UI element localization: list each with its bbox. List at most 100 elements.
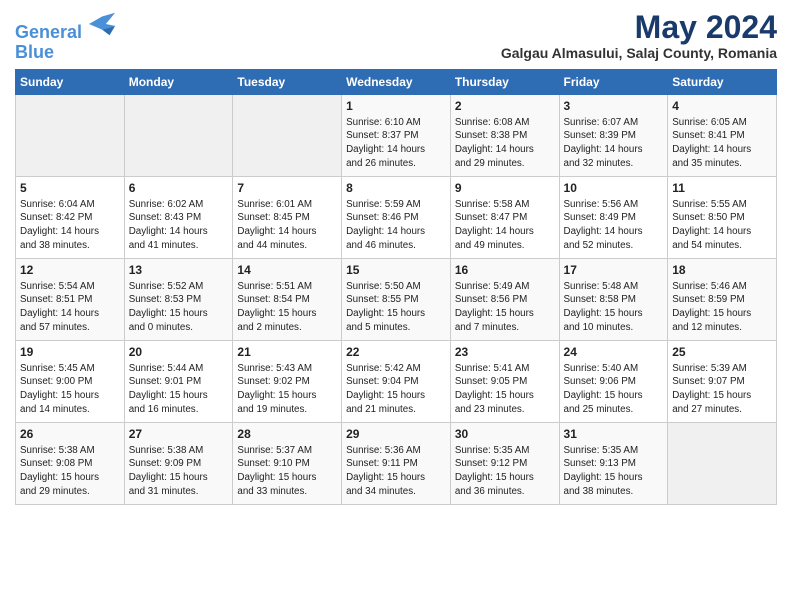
day-number: 30 <box>455 426 555 442</box>
day-number: 4 <box>672 98 772 114</box>
day-detail: Sunrise: 5:51 AM Sunset: 8:54 PM Dayligh… <box>237 280 337 335</box>
day-detail: Sunrise: 5:43 AM Sunset: 9:02 PM Dayligh… <box>237 362 337 417</box>
calendar-cell <box>233 94 342 176</box>
day-detail: Sunrise: 6:02 AM Sunset: 8:43 PM Dayligh… <box>129 198 229 253</box>
day-detail: Sunrise: 5:58 AM Sunset: 8:47 PM Dayligh… <box>455 198 555 253</box>
day-number: 3 <box>564 98 664 114</box>
calendar-cell: 19Sunrise: 5:45 AM Sunset: 9:00 PM Dayli… <box>16 340 125 422</box>
day-number: 9 <box>455 180 555 196</box>
day-number: 21 <box>237 344 337 360</box>
day-detail: Sunrise: 6:08 AM Sunset: 8:38 PM Dayligh… <box>455 116 555 171</box>
day-number: 13 <box>129 262 229 278</box>
day-detail: Sunrise: 5:52 AM Sunset: 8:53 PM Dayligh… <box>129 280 229 335</box>
day-detail: Sunrise: 5:48 AM Sunset: 8:58 PM Dayligh… <box>564 280 664 335</box>
day-number: 8 <box>346 180 446 196</box>
calendar-cell: 13 Sunrise: 5:52 AM Sunset: 8:53 PM Dayli… <box>124 258 233 340</box>
day-detail: Sunrise: 5:55 AM Sunset: 8:50 PM Dayligh… <box>672 198 772 253</box>
day-number: 27 <box>129 426 229 442</box>
day-number: 17 <box>564 262 664 278</box>
calendar-cell: 5 Sunrise: 6:04 AM Sunset: 8:42 PM Daylig… <box>16 176 125 258</box>
calendar-header-row: Sunday Monday Tuesday Wednesday Thursday… <box>16 69 777 94</box>
calendar-cell: 12 Sunrise: 5:54 AM Sunset: 8:51 PM Dayli… <box>16 258 125 340</box>
header-saturday: Saturday <box>668 69 777 94</box>
day-number: 6 <box>129 180 229 196</box>
day-detail: Sunrise: 5:50 AM Sunset: 8:55 PM Dayligh… <box>346 280 446 335</box>
day-number: 14 <box>237 262 337 278</box>
calendar-cell: 15Sunrise: 5:50 AM Sunset: 8:55 PM Dayli… <box>342 258 451 340</box>
calendar-cell: 6 Sunrise: 6:02 AM Sunset: 8:43 PM Daylig… <box>124 176 233 258</box>
calendar-cell: 20 Sunrise: 5:44 AM Sunset: 9:01 PM Dayli… <box>124 340 233 422</box>
day-detail: Sunrise: 5:38 AM Sunset: 9:08 PM Dayligh… <box>20 444 120 499</box>
day-detail: Sunrise: 6:10 AM Sunset: 8:37 PM Dayligh… <box>346 116 446 171</box>
calendar-cell: 25Sunrise: 5:39 AM Sunset: 9:07 PM Dayli… <box>668 340 777 422</box>
day-number: 11 <box>672 180 772 196</box>
calendar-cell: 31Sunrise: 5:35 AM Sunset: 9:13 PM Dayli… <box>559 422 668 504</box>
header-monday: Monday <box>124 69 233 94</box>
calendar-cell: 23Sunrise: 5:41 AM Sunset: 9:05 PM Dayli… <box>450 340 559 422</box>
day-number: 5 <box>20 180 120 196</box>
day-number: 7 <box>237 180 337 196</box>
calendar-cell: 29Sunrise: 5:36 AM Sunset: 9:11 PM Dayli… <box>342 422 451 504</box>
day-number: 28 <box>237 426 337 442</box>
calendar-week-1: 1 Sunrise: 6:10 AM Sunset: 8:37 PM Daylig… <box>16 94 777 176</box>
header-tuesday: Tuesday <box>233 69 342 94</box>
day-detail: Sunrise: 5:54 AM Sunset: 8:51 PM Dayligh… <box>20 280 120 335</box>
header-thursday: Thursday <box>450 69 559 94</box>
calendar-cell: 2Sunrise: 6:08 AM Sunset: 8:38 PM Daylig… <box>450 94 559 176</box>
header-friday: Friday <box>559 69 668 94</box>
calendar-cell: 27 Sunrise: 5:38 AM Sunset: 9:09 PM Dayli… <box>124 422 233 504</box>
calendar-cell: 24 Sunrise: 5:40 AM Sunset: 9:06 PM Dayli… <box>559 340 668 422</box>
day-detail: Sunrise: 6:04 AM Sunset: 8:42 PM Dayligh… <box>20 198 120 253</box>
day-detail: Sunrise: 5:45 AM Sunset: 9:00 PM Dayligh… <box>20 362 120 417</box>
calendar-week-3: 12 Sunrise: 5:54 AM Sunset: 8:51 PM Dayli… <box>16 258 777 340</box>
day-number: 18 <box>672 262 772 278</box>
calendar-cell: 18 Sunrise: 5:46 AM Sunset: 8:59 PM Dayli… <box>668 258 777 340</box>
day-number: 22 <box>346 344 446 360</box>
day-detail: Sunrise: 5:46 AM Sunset: 8:59 PM Dayligh… <box>672 280 772 335</box>
calendar-week-2: 5 Sunrise: 6:04 AM Sunset: 8:42 PM Daylig… <box>16 176 777 258</box>
day-number: 23 <box>455 344 555 360</box>
day-detail: Sunrise: 5:40 AM Sunset: 9:06 PM Dayligh… <box>564 362 664 417</box>
page: General Blue May 2024 Galgau Almasului, … <box>0 0 792 612</box>
day-detail: Sunrise: 5:44 AM Sunset: 9:01 PM Dayligh… <box>129 362 229 417</box>
calendar-week-4: 19Sunrise: 5:45 AM Sunset: 9:00 PM Dayli… <box>16 340 777 422</box>
calendar-cell: 16 Sunrise: 5:49 AM Sunset: 8:56 PM Dayli… <box>450 258 559 340</box>
day-number: 10 <box>564 180 664 196</box>
header: General Blue May 2024 Galgau Almasului, … <box>15 10 777 63</box>
day-number: 20 <box>129 344 229 360</box>
calendar-cell: 17 Sunrise: 5:48 AM Sunset: 8:58 PM Dayli… <box>559 258 668 340</box>
day-number: 31 <box>564 426 664 442</box>
day-detail: Sunrise: 5:38 AM Sunset: 9:09 PM Dayligh… <box>129 444 229 499</box>
calendar-cell: 4Sunrise: 6:05 AM Sunset: 8:41 PM Daylig… <box>668 94 777 176</box>
day-detail: Sunrise: 5:39 AM Sunset: 9:07 PM Dayligh… <box>672 362 772 417</box>
calendar-cell: 8 Sunrise: 5:59 AM Sunset: 8:46 PM Daylig… <box>342 176 451 258</box>
calendar-cell: 22Sunrise: 5:42 AM Sunset: 9:04 PM Dayli… <box>342 340 451 422</box>
calendar-cell <box>16 94 125 176</box>
day-number: 16 <box>455 262 555 278</box>
day-detail: Sunrise: 6:01 AM Sunset: 8:45 PM Dayligh… <box>237 198 337 253</box>
day-detail: Sunrise: 5:59 AM Sunset: 8:46 PM Dayligh… <box>346 198 446 253</box>
logo: General Blue <box>15 10 117 63</box>
day-detail: Sunrise: 6:07 AM Sunset: 8:39 PM Dayligh… <box>564 116 664 171</box>
calendar-table: Sunday Monday Tuesday Wednesday Thursday… <box>15 69 777 505</box>
logo-text: General <box>15 10 117 43</box>
calendar-cell: 1 Sunrise: 6:10 AM Sunset: 8:37 PM Daylig… <box>342 94 451 176</box>
day-number: 1 <box>346 98 446 114</box>
day-detail: Sunrise: 5:36 AM Sunset: 9:11 PM Dayligh… <box>346 444 446 499</box>
header-wednesday: Wednesday <box>342 69 451 94</box>
calendar-cell: 28 Sunrise: 5:37 AM Sunset: 9:10 PM Dayli… <box>233 422 342 504</box>
calendar-cell: 3 Sunrise: 6:07 AM Sunset: 8:39 PM Daylig… <box>559 94 668 176</box>
day-detail: Sunrise: 5:35 AM Sunset: 9:12 PM Dayligh… <box>455 444 555 499</box>
calendar-cell: 11 Sunrise: 5:55 AM Sunset: 8:50 PM Dayli… <box>668 176 777 258</box>
day-number: 12 <box>20 262 120 278</box>
calendar-week-5: 26 Sunrise: 5:38 AM Sunset: 9:08 PM Dayli… <box>16 422 777 504</box>
day-number: 24 <box>564 344 664 360</box>
day-number: 26 <box>20 426 120 442</box>
calendar-cell <box>668 422 777 504</box>
main-title: May 2024 <box>501 10 777 45</box>
calendar-cell <box>124 94 233 176</box>
logo-blue: Blue <box>15 43 117 63</box>
day-detail: Sunrise: 5:49 AM Sunset: 8:56 PM Dayligh… <box>455 280 555 335</box>
day-detail: Sunrise: 5:37 AM Sunset: 9:10 PM Dayligh… <box>237 444 337 499</box>
calendar-cell: 7 Sunrise: 6:01 AM Sunset: 8:45 PM Daylig… <box>233 176 342 258</box>
